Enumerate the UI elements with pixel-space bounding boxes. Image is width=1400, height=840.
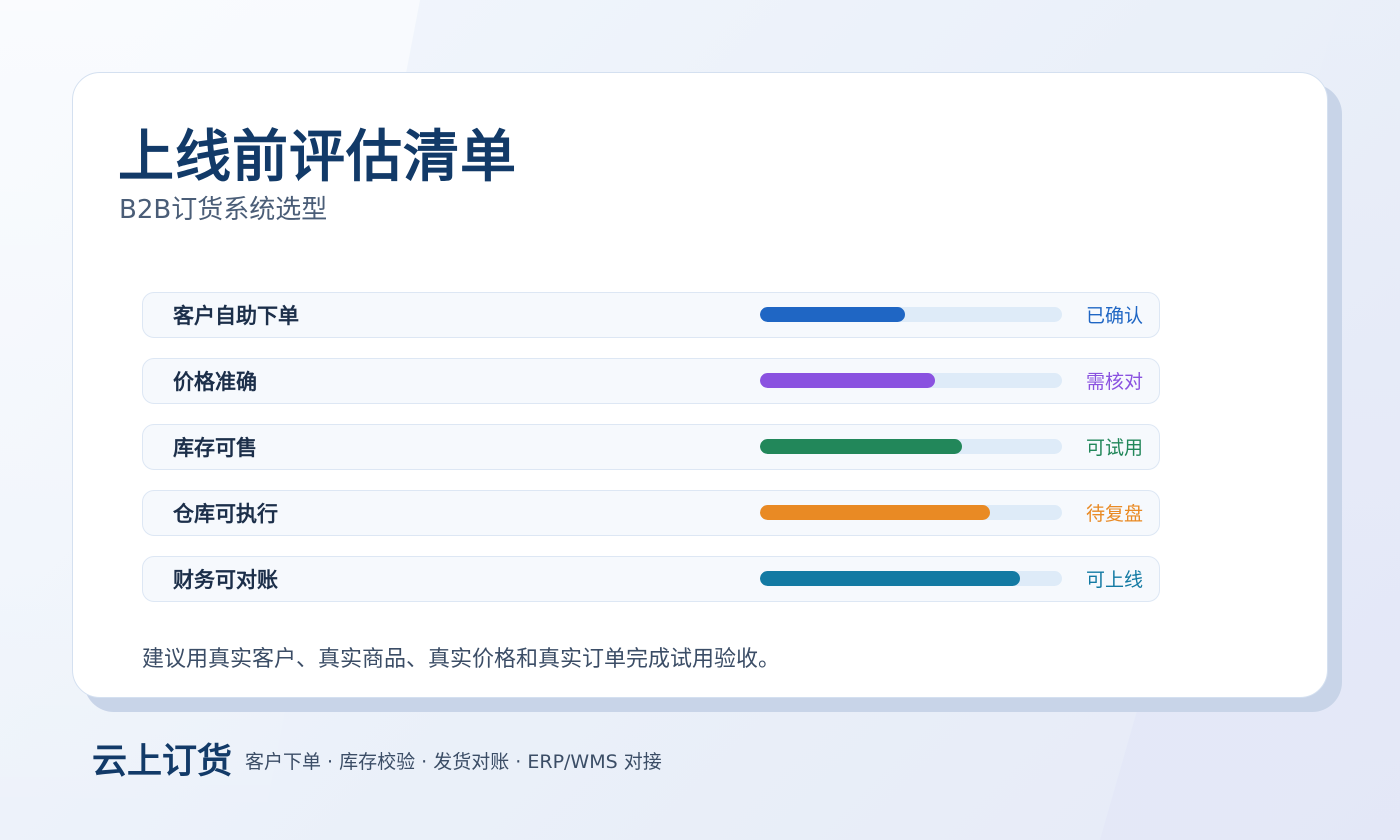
checklist-row: 仓库可执行 待复盘 [142, 490, 1160, 536]
brand-name: 云上订货 [92, 742, 233, 782]
progress-track [760, 439, 1062, 454]
row-label: 仓库可执行 [173, 502, 278, 526]
progress-fill [760, 439, 963, 454]
status-text: 待复盘 [1086, 503, 1144, 525]
progress-fill [760, 571, 1020, 586]
progress-fill [760, 505, 990, 520]
row-label: 价格准确 [173, 370, 257, 394]
checklist-row: 财务可对账 可上线 [142, 556, 1160, 602]
progress-fill [760, 373, 936, 388]
progress-fill [760, 307, 905, 322]
page-title: 上线前评估清单 [118, 125, 517, 190]
row-label: 财务可对账 [173, 568, 278, 592]
status-text: 需核对 [1086, 371, 1144, 393]
recommendation-note: 建议用真实客户、真实商品、真实价格和真实订单完成试用验收。 [142, 647, 781, 672]
status-text: 已确认 [1086, 305, 1144, 327]
progress-track [760, 505, 1062, 520]
status-text: 可上线 [1086, 569, 1144, 591]
checklist-row: 库存可售 可试用 [142, 424, 1160, 470]
progress-track [760, 571, 1062, 586]
page-subtitle: B2B订货系统选型 [119, 195, 328, 225]
status-text: 可试用 [1086, 437, 1144, 459]
brand-tagline: 客户下单 · 库存校验 · 发货对账 · ERP/WMS 对接 [245, 751, 662, 773]
row-label: 客户自助下单 [173, 304, 299, 328]
row-label: 库存可售 [173, 436, 257, 460]
checklist-row: 客户自助下单 已确认 [142, 292, 1160, 338]
progress-track [760, 373, 1062, 388]
checklist-row: 价格准确 需核对 [142, 358, 1160, 404]
progress-track [760, 307, 1062, 322]
